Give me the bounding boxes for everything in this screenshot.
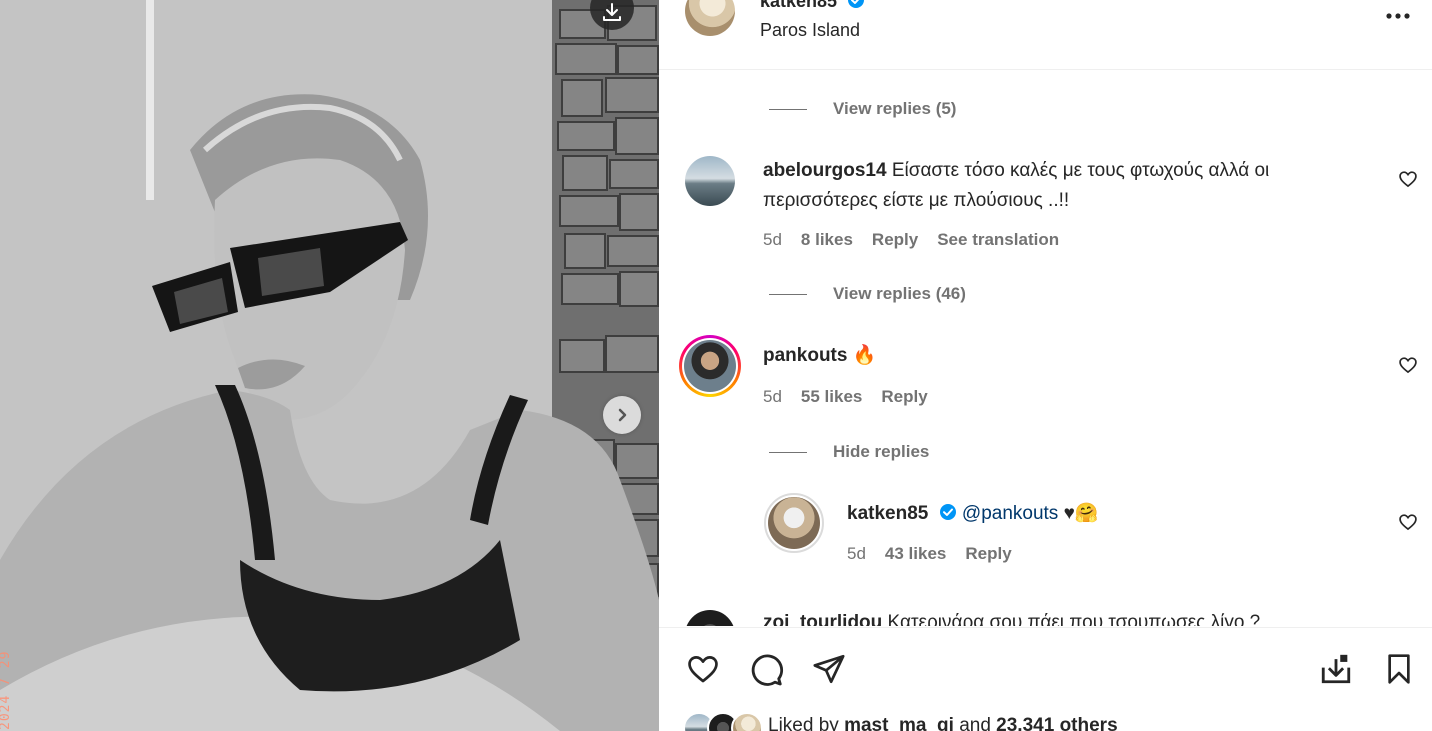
- photo-date-stamp: 2024 7 29: [0, 650, 13, 730]
- comment-text: 🔥: [852, 345, 877, 366]
- comment-body: pankouts 🔥: [763, 341, 876, 371]
- reply-meta: 5d 43 likes Reply: [847, 544, 1031, 564]
- comment-button[interactable]: [747, 650, 785, 688]
- reply-avatar-image: [768, 497, 820, 549]
- reply-username[interactable]: katken85: [847, 503, 928, 524]
- comment-age[interactable]: 5d: [763, 230, 782, 250]
- comment-text: Κατερινάρα σου πάει που τσουπωσες λίγο ?: [887, 612, 1261, 626]
- comment-age[interactable]: 5d: [763, 387, 782, 407]
- next-image-button[interactable]: [603, 396, 641, 434]
- comment-icon: [751, 654, 784, 686]
- author-username[interactable]: katken85: [760, 0, 837, 11]
- commenter-avatar: [684, 340, 736, 392]
- post-photo: 2024 7 29: [0, 0, 659, 731]
- liked-by-prefix: Liked by: [768, 715, 839, 731]
- reply-like-heart-icon[interactable]: [1398, 512, 1418, 532]
- reply-likes[interactable]: 43 likes: [885, 544, 946, 564]
- share-button[interactable]: [810, 650, 848, 688]
- commenter-avatar-story-ring[interactable]: [679, 335, 741, 397]
- reply-avatar[interactable]: [764, 493, 824, 553]
- liked-by-and: and: [959, 715, 991, 731]
- replies-divider: [769, 451, 807, 453]
- chevron-right-icon: [618, 408, 627, 422]
- post-actions-bar: Liked by mast_ma_gi and 23,341 others: [659, 627, 1432, 731]
- view-replies-button[interactable]: View replies (46): [769, 284, 966, 304]
- commenter-username[interactable]: pankouts: [763, 345, 847, 366]
- verified-badge-icon: [847, 0, 864, 8]
- photo-scene: [0, 0, 659, 731]
- liked-by-summary: Liked by mast_ma_gi and 23,341 others: [768, 715, 1118, 731]
- comments-list: View replies (5) abelourgos14 Είσαστε τό…: [659, 71, 1432, 626]
- comment-likes[interactable]: 8 likes: [801, 230, 853, 250]
- more-options-icon: [1386, 13, 1410, 19]
- replies-divider: [769, 108, 807, 110]
- reply-mention-link[interactable]: @pankouts: [962, 503, 1058, 524]
- save-to-collection-icon: [1321, 654, 1351, 684]
- commenter-avatar[interactable]: [685, 156, 735, 206]
- comment-likes[interactable]: 55 likes: [801, 387, 862, 407]
- commenter-avatar[interactable]: [685, 610, 735, 626]
- hide-replies-button[interactable]: Hide replies: [769, 442, 929, 462]
- author-line: katken85: [760, 0, 865, 12]
- post-side-panel: katken85 Paros Island View replies (5) a…: [659, 0, 1432, 731]
- replies-divider: [769, 293, 807, 295]
- more-options-button[interactable]: [1383, 3, 1413, 23]
- liker-avatar[interactable]: [731, 712, 763, 731]
- comment-like-heart-icon[interactable]: [1398, 355, 1418, 375]
- comment-like-heart-icon[interactable]: [1398, 169, 1418, 189]
- post-location[interactable]: Paros Island: [760, 20, 860, 41]
- liked-by-others-link[interactable]: 23,341 others: [996, 715, 1117, 731]
- save-to-collection-button[interactable]: [1317, 650, 1355, 688]
- bookmark-icon: [1388, 654, 1410, 684]
- reply-button[interactable]: Reply: [872, 230, 918, 250]
- comment-body: abelourgos14 Είσαστε τόσο καλές με τους …: [763, 156, 1373, 216]
- commenter-username[interactable]: abelourgos14: [763, 160, 887, 181]
- reply-text: ♥🤗: [1063, 503, 1099, 524]
- reply-body: katken85 @pankouts ♥🤗: [847, 499, 1099, 529]
- view-replies-label: View replies (5): [833, 99, 957, 118]
- view-replies-label: View replies (46): [833, 284, 966, 303]
- see-translation-button[interactable]: See translation: [937, 230, 1059, 250]
- liked-by-user-link[interactable]: mast_ma_gi: [844, 715, 954, 731]
- comment-meta: 5d 55 likes Reply: [763, 387, 947, 407]
- reply-age[interactable]: 5d: [847, 544, 866, 564]
- hide-replies-label: Hide replies: [833, 442, 930, 461]
- author-avatar[interactable]: [685, 0, 735, 36]
- verified-badge-icon: [939, 504, 956, 520]
- comment-meta: 5d 8 likes Reply See translation: [763, 230, 1078, 250]
- heart-icon: [688, 656, 718, 683]
- view-replies-button[interactable]: View replies (5): [769, 99, 956, 119]
- download-icon: [603, 3, 621, 21]
- paper-plane-icon: [813, 654, 845, 684]
- reply-button[interactable]: Reply: [881, 387, 927, 407]
- comment-body: zoi_tourlidou Κατερινάρα σου πάει που τσ…: [763, 608, 1260, 626]
- commenter-username[interactable]: zoi_tourlidou: [763, 612, 882, 626]
- post-header: katken85 Paros Island: [659, 0, 1432, 70]
- like-button[interactable]: [684, 650, 722, 688]
- bookmark-button[interactable]: [1380, 650, 1418, 688]
- reply-button[interactable]: Reply: [965, 544, 1011, 564]
